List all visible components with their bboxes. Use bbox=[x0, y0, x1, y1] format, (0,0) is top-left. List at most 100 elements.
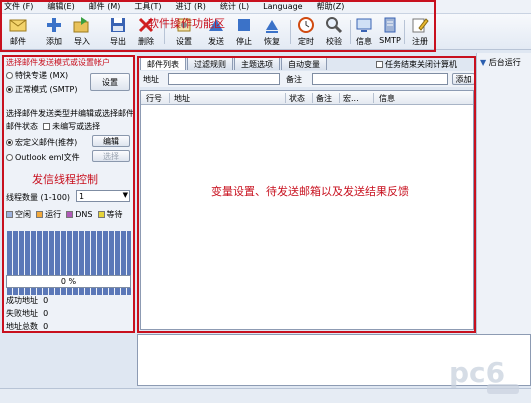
option-macro-mail[interactable]: 宏定义邮件(推荐) bbox=[6, 137, 77, 148]
stop-button[interactable]: 停止 bbox=[230, 16, 258, 48]
menu-edit[interactable]: 编辑(E) bbox=[47, 1, 74, 12]
shutdown-option[interactable]: 任务结束关闭计算机 bbox=[376, 59, 457, 70]
tab-subject-options[interactable]: 主题选项 bbox=[234, 57, 280, 70]
chevron-down-icon: ▼ bbox=[122, 191, 128, 199]
menu-subscribe[interactable]: 进订 (R) bbox=[176, 1, 206, 12]
add-label: 添加 bbox=[46, 37, 62, 46]
mail-type-title: 选择邮件发送类型并编辑或选择邮件 bbox=[6, 109, 134, 118]
register-button[interactable]: 注册 bbox=[406, 16, 434, 48]
main-annotation-label: 变量设置、待发送邮箱以及发送结果反馈 bbox=[211, 185, 409, 198]
mail-button[interactable]: 邮件 bbox=[4, 16, 32, 48]
toolbar-separator bbox=[404, 20, 405, 44]
import-button[interactable]: 导入 bbox=[68, 16, 96, 48]
menu-stats[interactable]: 统计 (L) bbox=[220, 1, 249, 12]
address-label: 地址 bbox=[143, 75, 159, 84]
add-button[interactable]: 添加 bbox=[40, 16, 68, 48]
export-label: 导出 bbox=[110, 37, 126, 46]
delete-label: 删除 bbox=[138, 37, 154, 46]
magnifier-icon bbox=[326, 17, 343, 34]
menu-language[interactable]: Language bbox=[263, 2, 302, 11]
tab-bar: 邮件列表 过滤规则 主题选项 自动变量 bbox=[140, 57, 328, 70]
account-settings-button[interactable]: 设置 bbox=[90, 73, 130, 91]
thread-count-select[interactable]: 1 ▼ bbox=[76, 190, 130, 202]
column-divider bbox=[169, 93, 170, 103]
stop-label: 停止 bbox=[236, 37, 252, 46]
menu-file[interactable]: 文件 (F) bbox=[4, 1, 33, 12]
radio-outlook[interactable] bbox=[6, 154, 13, 161]
verify-button[interactable]: 校验 bbox=[320, 16, 348, 48]
option-outlook-eml[interactable]: Outlook eml文件 bbox=[6, 152, 80, 163]
edit-mail-button[interactable]: 编辑 bbox=[92, 135, 130, 147]
select-file-button[interactable]: 选择 bbox=[92, 150, 130, 162]
legend-waiting-swatch bbox=[97, 211, 105, 218]
thread-legend: 空闲 运行 DNS 等待 bbox=[6, 209, 123, 220]
column-divider bbox=[339, 93, 340, 103]
send-label: 发送 bbox=[208, 37, 224, 46]
shutdown-checkbox[interactable] bbox=[376, 61, 383, 68]
menu-help[interactable]: 帮助(Z) bbox=[317, 1, 345, 12]
settings-label: 设置 bbox=[176, 37, 192, 46]
clock-icon bbox=[298, 17, 314, 33]
column-address[interactable]: 地址 bbox=[174, 93, 190, 104]
save-disk-icon bbox=[111, 18, 125, 32]
restore-triangle-icon bbox=[266, 20, 278, 33]
thread-count-label: 线程数量 (1-100) bbox=[6, 193, 71, 202]
status-checkbox bbox=[43, 123, 51, 130]
register-label: 注册 bbox=[412, 37, 428, 46]
restore-button[interactable]: 恢复 bbox=[258, 16, 286, 48]
column-status[interactable]: 状态 bbox=[289, 93, 305, 104]
progress-text: 0 % bbox=[60, 277, 77, 286]
tab-mail-list[interactable]: 邮件列表 bbox=[140, 57, 186, 70]
mail-label: 邮件 bbox=[10, 37, 26, 46]
background-run-label: 后台运行 bbox=[488, 58, 521, 67]
option-special-delivery[interactable]: 特快专递 (MX) bbox=[6, 70, 68, 81]
triangle-down-icon: ▼ bbox=[480, 58, 487, 67]
legend-waiting: 等待 bbox=[106, 210, 123, 219]
total-count-row: 地址总数 0 bbox=[6, 322, 49, 331]
timer-label: 定时 bbox=[298, 37, 314, 46]
smtp-label: SMTP bbox=[379, 36, 401, 45]
address-bar: 地址 备注 添加 bbox=[140, 71, 476, 87]
timer-button[interactable]: 定时 bbox=[292, 16, 320, 48]
remark-input[interactable] bbox=[312, 73, 448, 85]
option-normal-mode[interactable]: 正常模式 (SMTP) bbox=[6, 84, 77, 95]
column-line-no[interactable]: 行号 bbox=[146, 93, 162, 104]
thread-annotation-label: 发信线程控制 bbox=[32, 173, 98, 186]
fail-count-row: 失败地址 0 bbox=[6, 309, 49, 318]
add-address-button[interactable]: 添加 bbox=[452, 73, 475, 85]
tab-auto-variables[interactable]: 自动变量 bbox=[281, 57, 327, 70]
address-input[interactable] bbox=[168, 73, 280, 85]
column-remark[interactable]: 备注 bbox=[316, 93, 332, 104]
legend-running-swatch bbox=[36, 211, 44, 218]
info-button[interactable]: 信息 bbox=[350, 16, 378, 48]
radio-special[interactable] bbox=[6, 72, 13, 79]
column-macro[interactable]: 宏... bbox=[343, 93, 359, 104]
stop-square-icon bbox=[238, 19, 250, 31]
column-divider bbox=[312, 93, 313, 103]
thread-count-value: 1 bbox=[79, 191, 85, 201]
radio-normal[interactable] bbox=[6, 86, 13, 93]
pc6-logo: pc6 bbox=[449, 356, 519, 394]
mail-list[interactable]: 行号 地址 状态 备注 宏... 信息 变量设置、待发送邮箱以及发送结果反馈 bbox=[140, 90, 474, 330]
column-info[interactable]: 信息 bbox=[379, 93, 395, 104]
success-count-row: 成功地址 0 bbox=[6, 296, 49, 305]
background-run-toggle[interactable]: ▼ 后台运行 bbox=[480, 57, 521, 68]
toolbar-annotation-label: 软件操作功能区 bbox=[148, 17, 225, 30]
export-button[interactable]: 导出 bbox=[104, 16, 132, 48]
legend-dns: DNS bbox=[75, 210, 93, 219]
toolbar: 邮件 添加 导入 导出 删除 设置 发送 停止 恢复 定时 校验 信息 SMTP… bbox=[0, 14, 531, 50]
tab-filter-rules[interactable]: 过滤规则 bbox=[187, 57, 233, 70]
shutdown-label: 任务结束关闭计算机 bbox=[385, 60, 457, 69]
menu-mail[interactable]: 邮件 (M) bbox=[89, 1, 121, 12]
smtp-button[interactable]: SMTP bbox=[376, 16, 404, 48]
mode-annotation-label: 选择邮件发送模式或设置帐户 bbox=[6, 58, 110, 67]
legend-running: 运行 bbox=[45, 210, 62, 219]
smtp-server-icon bbox=[384, 17, 396, 33]
radio-macro[interactable] bbox=[6, 139, 13, 146]
right-side-panel: ▼ 后台运行 bbox=[476, 53, 531, 338]
info-label: 信息 bbox=[356, 37, 372, 46]
plus-icon bbox=[47, 18, 61, 32]
column-divider bbox=[285, 93, 286, 103]
menu-tools[interactable]: 工具(T) bbox=[134, 1, 161, 12]
remark-label: 备注 bbox=[286, 75, 302, 84]
